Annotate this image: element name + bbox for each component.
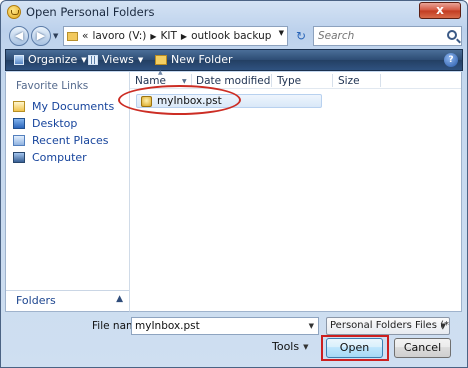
column-header-date-modified[interactable]: Date modified: [196, 75, 270, 87]
tools-label: Tools: [272, 340, 300, 353]
breadcrumb-item-drive[interactable]: lavoro (V:): [92, 30, 146, 42]
chevron-down-icon: ▼: [440, 322, 446, 330]
documents-folder-icon: [13, 101, 25, 112]
pst-file-icon: [141, 96, 152, 107]
computer-icon: [13, 152, 25, 163]
title-bar[interactable]: Open Personal Folders x: [1, 1, 467, 23]
forward-button[interactable]: ▶: [31, 26, 51, 46]
column-separator[interactable]: [332, 74, 333, 87]
file-name-label: myInbox.pst: [157, 95, 222, 107]
favorite-link-computer[interactable]: Computer: [13, 149, 128, 166]
favorite-link-label: Computer: [32, 151, 87, 164]
desktop-icon: [13, 118, 25, 129]
favorite-link-recent-places[interactable]: Recent Places: [13, 132, 128, 149]
search-icon[interactable]: [447, 30, 457, 40]
file-list-pane: Name ▲ ▼ Date modified Type Size myInbox…: [129, 69, 462, 312]
breadcrumb-separator-icon[interactable]: ▶: [181, 32, 187, 41]
favorite-links-list: My Documents Desktop Recent Places Compu…: [13, 98, 128, 166]
chevron-down-icon[interactable]: ▼: [309, 322, 314, 330]
folder-icon: [67, 31, 78, 41]
open-dialog-window: Open Personal Folders x ◀ ▶ ▼ « lavoro (…: [0, 0, 468, 368]
column-separator[interactable]: [191, 74, 192, 87]
favorite-link-desktop[interactable]: Desktop: [13, 115, 128, 132]
sort-ascending-icon: ▲: [158, 69, 163, 76]
breadcrumb-overflow[interactable]: «: [82, 30, 88, 42]
chevron-down-icon: ▼: [303, 342, 309, 351]
file-item-selected[interactable]: myInbox.pst: [136, 94, 322, 108]
recent-places-icon: [13, 135, 25, 146]
column-header-type[interactable]: Type: [277, 75, 301, 87]
favorite-link-label: Desktop: [32, 117, 78, 130]
cancel-button[interactable]: Cancel: [394, 338, 451, 358]
views-label: Views: [102, 53, 134, 66]
favorite-link-label: Recent Places: [32, 134, 109, 147]
new-folder-label: New Folder: [171, 53, 233, 66]
column-headers: Name ▲ ▼ Date modified Type Size: [130, 69, 461, 89]
new-folder-icon: [155, 54, 167, 65]
new-folder-button[interactable]: New Folder: [155, 53, 232, 66]
search-box: [313, 26, 462, 46]
column-separator[interactable]: [271, 74, 272, 87]
column-header-size[interactable]: Size: [338, 75, 360, 87]
file-name-input[interactable]: [132, 318, 302, 334]
views-button[interactable]: Views ▼: [88, 53, 143, 66]
breadcrumb-item-kit[interactable]: KIT: [161, 30, 177, 42]
outlook-app-icon: [7, 5, 21, 19]
arrow-right-icon: ▶: [36, 29, 46, 42]
back-button[interactable]: ◀: [9, 26, 29, 46]
search-input[interactable]: [314, 27, 439, 45]
file-type-filter-select[interactable]: Personal Folders Files (*.pst) ▼: [326, 317, 450, 335]
folders-toggle[interactable]: Folders ▲: [6, 290, 129, 311]
refresh-icon: ↻: [295, 29, 307, 43]
refresh-button[interactable]: ↻: [293, 28, 309, 44]
chevron-up-icon: ▲: [116, 294, 123, 304]
breadcrumb[interactable]: « lavoro (V:) ▶ KIT ▶ outlook backup ▼: [63, 26, 288, 46]
organize-label: Organize: [28, 53, 78, 66]
arrow-left-icon: ◀: [14, 29, 24, 42]
favorite-links-header: Favorite Links: [16, 80, 89, 92]
views-icon: [88, 54, 98, 65]
close-button[interactable]: x: [419, 2, 461, 19]
column-header-name[interactable]: Name: [135, 75, 166, 87]
chevron-down-icon: ▼: [137, 55, 144, 64]
recent-locations-dropdown[interactable]: ▼: [53, 32, 58, 40]
breadcrumb-item-outlook-backup[interactable]: outlook backup: [191, 30, 271, 42]
favorite-link-label: My Documents: [32, 100, 115, 113]
breadcrumb-separator-icon[interactable]: ▶: [150, 32, 156, 41]
command-toolbar: Organize ▼ Views ▼ New Folder ?: [5, 49, 463, 71]
open-button[interactable]: Open: [326, 338, 383, 358]
organize-icon: [14, 54, 24, 65]
chevron-down-icon: ▼: [81, 55, 87, 64]
address-dropdown-icon[interactable]: ▼: [279, 29, 284, 37]
tools-button[interactable]: Tools ▼: [272, 340, 309, 353]
folders-label: Folders: [16, 294, 56, 307]
file-name-combo: ▼: [131, 317, 319, 335]
navigation-pane: Favorite Links My Documents Desktop Rece…: [5, 72, 129, 312]
help-icon[interactable]: ?: [444, 53, 458, 67]
address-bar: ◀ ▶ ▼ « lavoro (V:) ▶ KIT ▶ outlook back…: [7, 24, 462, 48]
favorite-link-my-documents[interactable]: My Documents: [13, 98, 128, 115]
file-type-filter-value: Personal Folders Files (*.pst): [330, 320, 450, 331]
column-filter-icon[interactable]: ▼: [182, 78, 187, 85]
window-title: Open Personal Folders: [26, 5, 155, 19]
organize-button[interactable]: Organize ▼: [14, 53, 87, 66]
column-separator[interactable]: [380, 74, 381, 87]
